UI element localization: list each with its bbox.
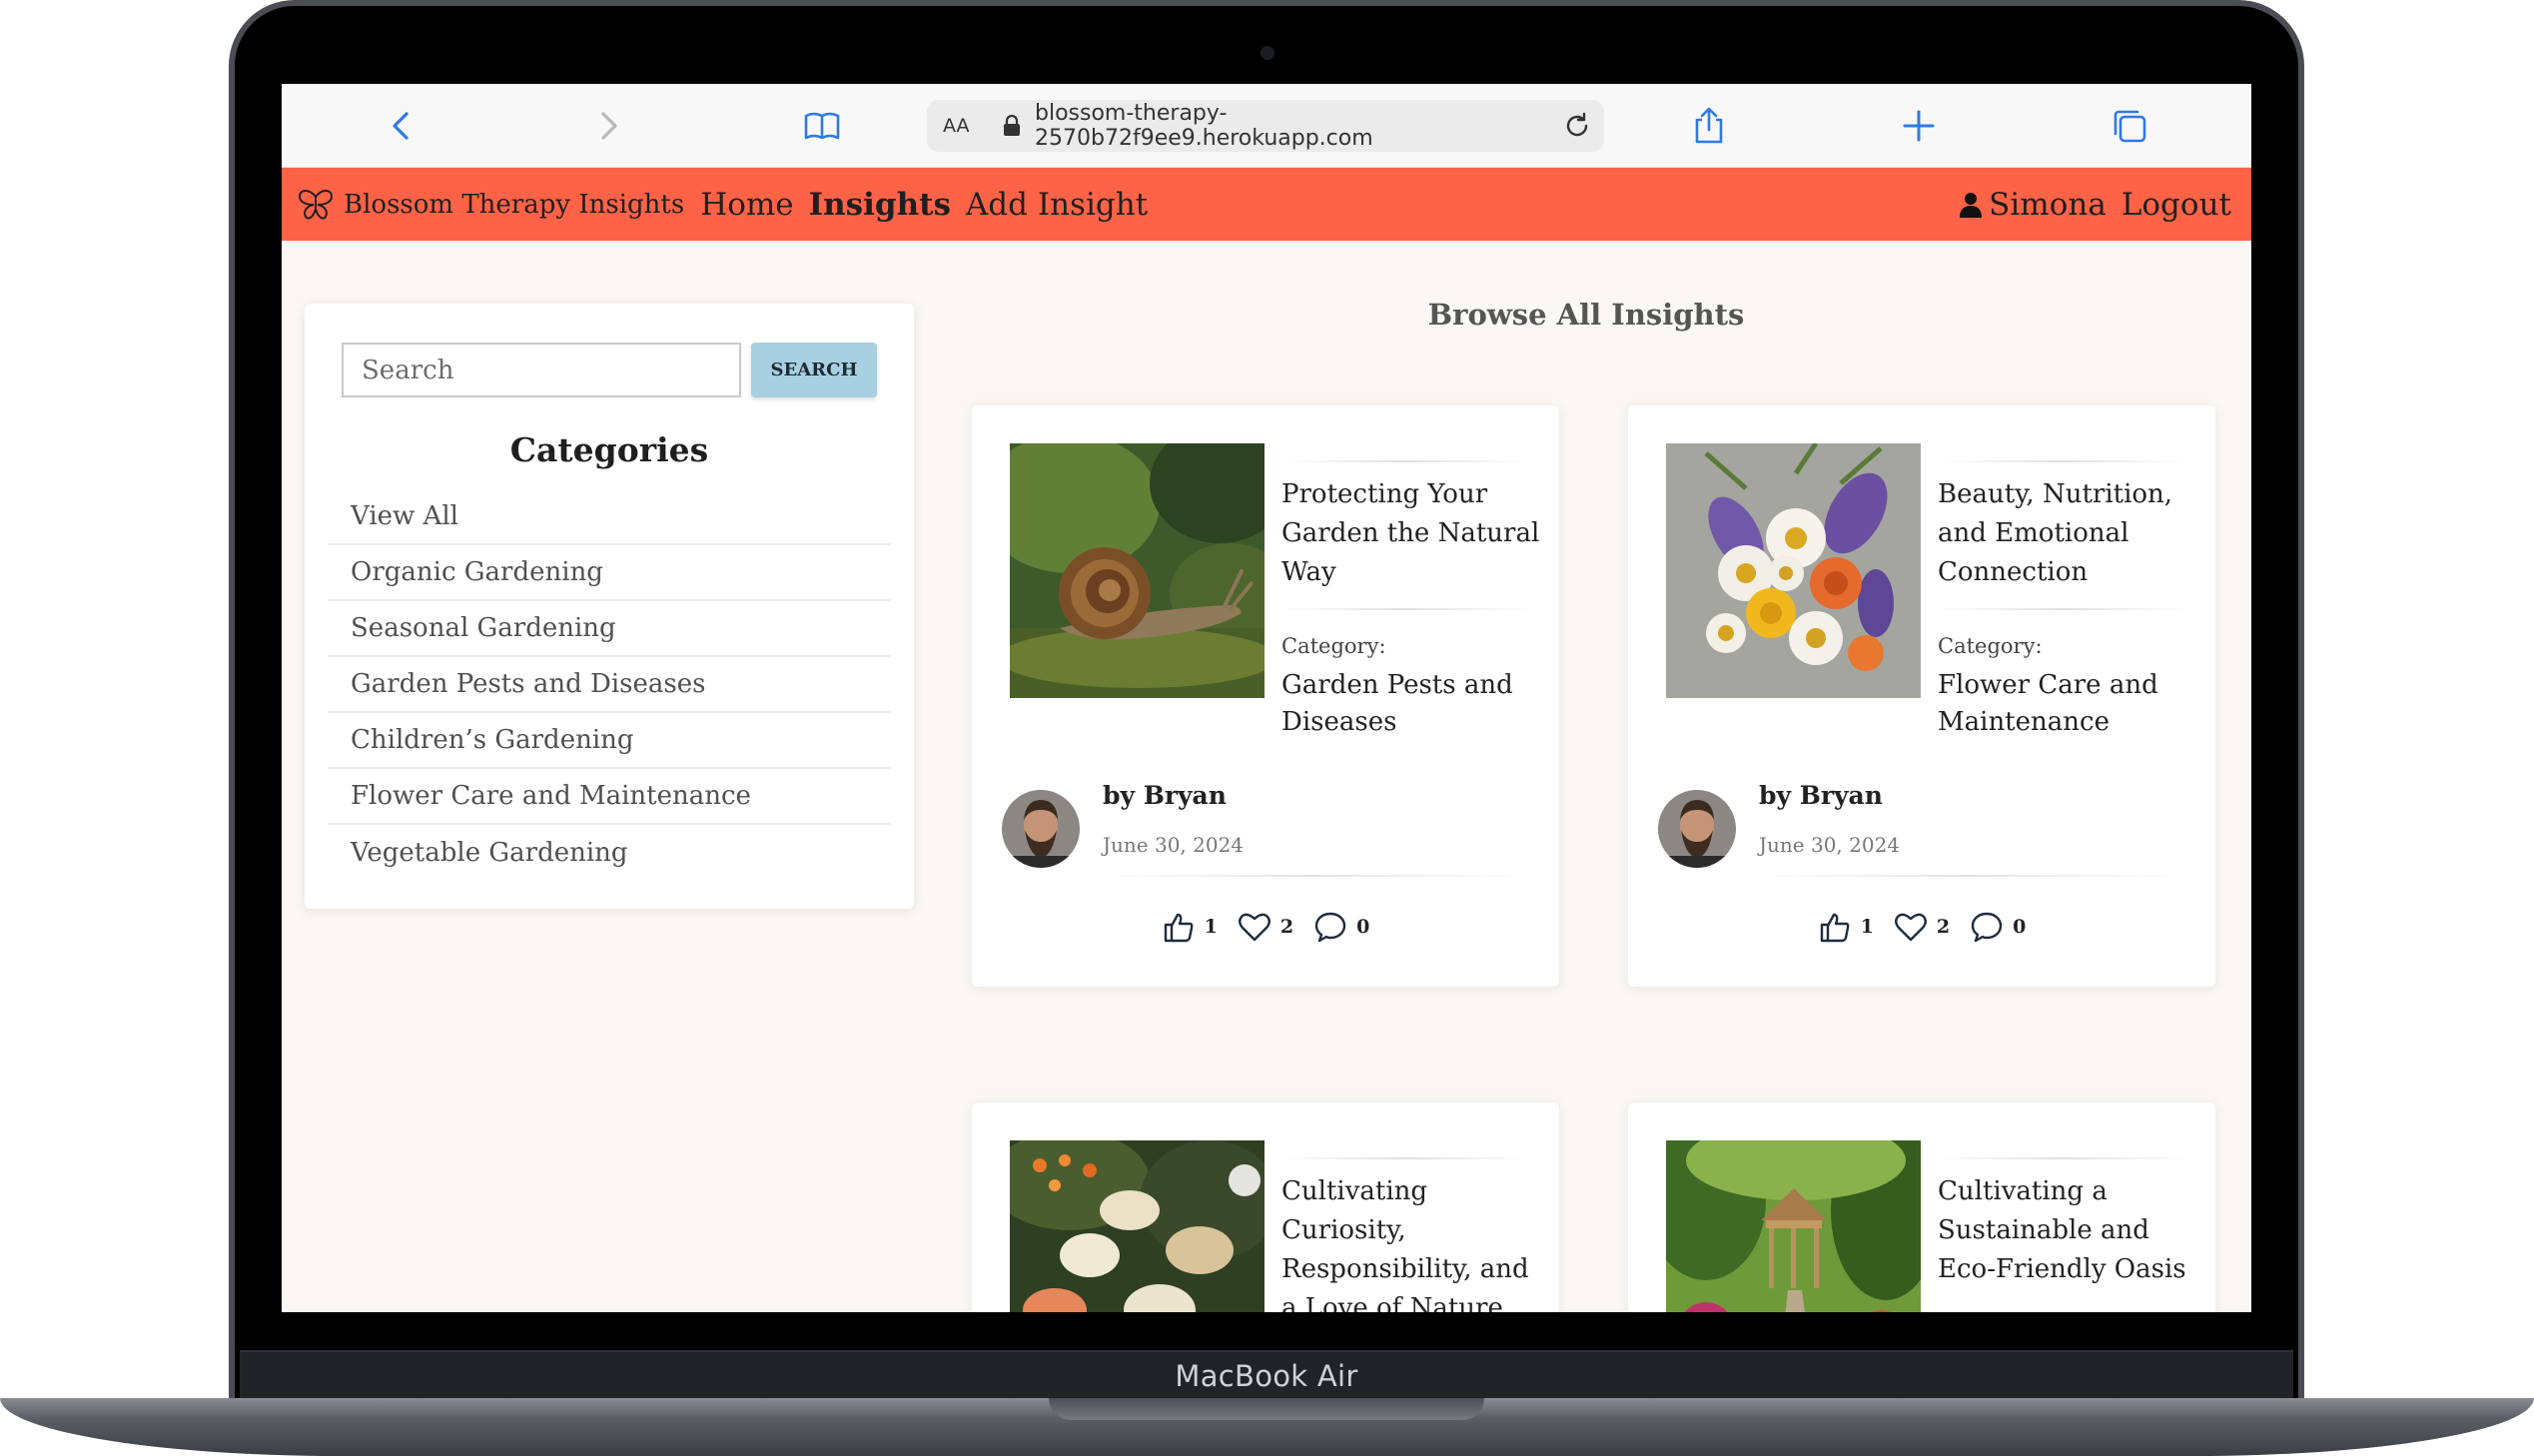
snail-image xyxy=(1010,443,1265,698)
category-list: View All Organic Gardening Seasonal Gard… xyxy=(328,489,891,881)
camera xyxy=(1261,46,1274,60)
card-date: June 30, 2024 xyxy=(1103,833,1245,857)
category-garden-pests[interactable]: Garden Pests and Diseases xyxy=(328,657,891,713)
bouquet-image xyxy=(1666,443,1921,698)
browser-toolbar: AA blossom-therapy-2570b72f9ee9.herokuap… xyxy=(282,84,2251,168)
card-title[interactable]: Cultivating Curiosity, Responsibility, a… xyxy=(1281,1172,1541,1312)
gazebo-image xyxy=(1666,1140,1921,1312)
card-category: Flower Care and Maintenance xyxy=(1938,670,2158,737)
card-divider xyxy=(1759,875,2178,877)
heart-stat[interactable]: 2 xyxy=(1238,910,1293,944)
url-text: blossom-therapy-2570b72f9ee9.herokuapp.c… xyxy=(1035,101,1373,151)
category-childrens-gardening[interactable]: Children’s Gardening xyxy=(328,713,891,769)
insight-card[interactable]: Cultivating a Sustainable and Eco-Friend… xyxy=(1628,1102,2215,1312)
card-title[interactable]: Cultivating a Sustainable and Eco-Friend… xyxy=(1938,1172,2197,1289)
card-author[interactable]: by Bryan xyxy=(1759,781,1883,810)
like-count: 1 xyxy=(1860,916,1874,938)
garden-flowers-image xyxy=(1010,1140,1265,1312)
insight-card[interactable]: Beauty, Nutrition, and Emotional Connect… xyxy=(1628,405,2215,987)
card-title[interactable]: Beauty, Nutrition, and Emotional Connect… xyxy=(1938,475,2197,592)
categories-title: Categories xyxy=(509,430,709,469)
nav-link-home[interactable]: Home xyxy=(700,187,793,223)
laptop-chin: MacBook Air xyxy=(240,1350,2293,1400)
laptop-base-notch xyxy=(1049,1398,1484,1420)
user-icon xyxy=(1960,192,1983,218)
heart-count: 2 xyxy=(1936,916,1951,938)
card-top-line xyxy=(1281,460,1531,462)
comment-stat[interactable]: 0 xyxy=(1970,910,2026,944)
nav-username[interactable]: Simona xyxy=(1989,187,2107,223)
card-image[interactable] xyxy=(1010,1140,1265,1312)
sidebar: SEARCH Categories View All Organic Garde… xyxy=(305,304,914,909)
forward-icon[interactable] xyxy=(588,106,628,146)
comment-stat[interactable]: 0 xyxy=(1313,910,1369,944)
reload-icon[interactable] xyxy=(1562,111,1592,141)
category-seasonal-gardening[interactable]: Seasonal Gardening xyxy=(328,601,891,657)
nav-link-logout[interactable]: Logout xyxy=(2121,187,2231,223)
card-title[interactable]: Protecting Your Garden the Natural Way xyxy=(1281,475,1541,592)
nav-user-area: Simona Logout xyxy=(1959,187,2231,223)
search-input[interactable] xyxy=(342,343,741,397)
category-view-all[interactable]: View All xyxy=(328,489,891,545)
site-brand[interactable]: Blossom Therapy Insights xyxy=(344,190,684,220)
heart-icon[interactable] xyxy=(1238,910,1271,944)
comment-count: 0 xyxy=(1356,916,1370,938)
category-flower-care[interactable]: Flower Care and Maintenance xyxy=(328,769,891,825)
heart-count: 2 xyxy=(1279,916,1294,938)
card-author[interactable]: by Bryan xyxy=(1103,781,1227,810)
card-stats: 1 2 0 xyxy=(972,910,1559,944)
card-stats: 1 2 0 xyxy=(1628,910,2215,944)
card-date: June 30, 2024 xyxy=(1759,833,1901,857)
heart-stat[interactable]: 2 xyxy=(1894,910,1950,944)
card-mid-line xyxy=(1938,608,2187,610)
like-count: 1 xyxy=(1204,916,1218,938)
device-label: MacBook Air xyxy=(1175,1359,1358,1393)
thumbs-up-icon[interactable] xyxy=(1818,910,1852,944)
comment-count: 0 xyxy=(2013,916,2027,938)
butterfly-icon[interactable] xyxy=(298,189,334,221)
card-top-line xyxy=(1938,460,2187,462)
like-stat[interactable]: 1 xyxy=(1162,910,1218,944)
card-image[interactable] xyxy=(1666,1140,1921,1312)
new-tab-icon[interactable] xyxy=(1899,106,1939,146)
heart-icon[interactable] xyxy=(1894,910,1928,944)
insight-card[interactable]: Protecting Your Garden the Natural Way C… xyxy=(972,405,1559,987)
address-bar[interactable]: AA blossom-therapy-2570b72f9ee9.herokuap… xyxy=(927,100,1604,152)
card-divider xyxy=(1103,875,1522,877)
author-avatar xyxy=(1002,790,1080,868)
back-icon[interactable] xyxy=(382,106,422,146)
like-stat[interactable]: 1 xyxy=(1818,910,1874,944)
author-avatar xyxy=(1658,790,1736,868)
insight-card[interactable]: Cultivating Curiosity, Responsibility, a… xyxy=(972,1102,1559,1312)
card-image[interactable] xyxy=(1010,443,1265,698)
text-size-button[interactable]: AA xyxy=(943,115,985,137)
comment-icon[interactable] xyxy=(1970,910,2004,944)
page-title: Browse All Insights xyxy=(1427,298,1745,332)
nav-link-add-insight[interactable]: Add Insight xyxy=(966,187,1148,223)
tabs-icon[interactable] xyxy=(2110,106,2149,146)
category-label: Category: xyxy=(1938,634,2043,658)
lock-icon xyxy=(1004,115,1020,136)
bookmarks-icon[interactable] xyxy=(802,106,842,146)
category-label: Category: xyxy=(1281,634,1386,658)
screen: AA blossom-therapy-2570b72f9ee9.herokuap… xyxy=(282,84,2251,1312)
nav-link-insights[interactable]: Insights xyxy=(809,187,951,223)
site-navbar: Blossom Therapy Insights Home Insights A… xyxy=(282,168,2251,241)
category-vegetable-gardening[interactable]: Vegetable Gardening xyxy=(328,825,891,881)
card-mid-line xyxy=(1281,608,1531,610)
share-icon[interactable] xyxy=(1689,106,1729,146)
card-category: Garden Pests and Diseases xyxy=(1281,670,1513,737)
category-organic-gardening[interactable]: Organic Gardening xyxy=(328,545,891,601)
thumbs-up-icon[interactable] xyxy=(1162,910,1196,944)
search-button[interactable]: SEARCH xyxy=(751,343,877,397)
comment-icon[interactable] xyxy=(1313,910,1347,944)
card-top-line xyxy=(1281,1157,1531,1159)
card-image[interactable] xyxy=(1666,443,1921,698)
card-top-line xyxy=(1938,1157,2187,1159)
